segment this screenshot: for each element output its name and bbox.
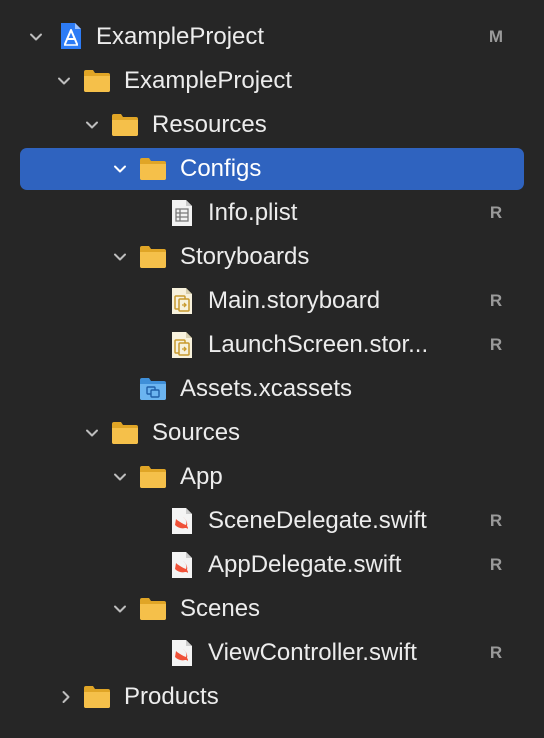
xcode-project-icon [56,21,86,51]
folder-icon [138,462,168,492]
disclosure-expanded-icon[interactable] [112,601,128,617]
tree-row-sources[interactable]: Sources [0,411,544,455]
tree-item-label: Configs [180,155,262,182]
disclosure-collapsed-icon[interactable] [58,689,74,705]
storyboard-file-icon [167,286,197,316]
folder-icon [110,418,140,448]
plist-file-icon [167,198,197,228]
swift-file-icon [167,550,197,580]
tree-item-label: LaunchScreen.stor... [208,331,429,358]
tree-row-assets-xcassets[interactable]: Assets.xcassets [0,367,544,411]
tree-row-resources[interactable]: Resources [0,103,544,147]
swift-file-icon [167,506,197,536]
disclosure-expanded-icon[interactable] [112,249,128,265]
disclosure-expanded-icon[interactable] [28,29,44,45]
source-control-status-badge: M [488,27,504,46]
tree-item-label: Resources [152,111,267,138]
tree-row-exampleproject-group[interactable]: ExampleProject [0,59,544,103]
disclosure-expanded-icon[interactable] [84,117,100,133]
source-control-status-badge: R [489,511,503,530]
folder-icon [110,110,140,140]
folder-icon [82,66,112,96]
tree-item-label: Main.storyboard [208,287,381,314]
disclosure-expanded-icon[interactable] [112,469,128,485]
disclosure-expanded-icon[interactable] [84,425,100,441]
tree-item-label: Sources [152,419,241,446]
source-control-status-badge: R [489,555,503,574]
tree-item-label: Scenes [180,595,261,622]
tree-item-label: Assets.xcassets [180,375,353,402]
tree-row-storyboards[interactable]: Storyboards [0,235,544,279]
tree-item-label: AppDelegate.swift [208,551,402,578]
folder-icon [138,594,168,624]
tree-item-label: Products [124,683,219,710]
tree-row-viewcontroller-swift[interactable]: ViewController.swift R [0,631,544,675]
disclosure-expanded-icon[interactable] [112,161,128,177]
tree-row-products[interactable]: Products [0,675,544,719]
tree-item-label: Info.plist [208,199,298,226]
folder-icon [138,154,168,184]
folder-icon [82,682,112,712]
tree-row-scenedelegate-swift[interactable]: SceneDelegate.swift R [0,499,544,543]
tree-row-appdelegate-swift[interactable]: AppDelegate.swift R [0,543,544,587]
storyboard-file-icon [167,330,197,360]
tree-row-exampleproject-root[interactable]: ExampleProject M [0,15,544,59]
tree-item-label: ExampleProject [124,67,293,94]
asset-catalog-icon [138,374,168,404]
project-navigator: ExampleProject M ExampleProject Resource… [0,0,544,738]
tree-item-label: Storyboards [180,243,310,270]
source-control-status-badge: R [489,643,503,662]
swift-file-icon [167,638,197,668]
tree-item-label: ExampleProject [96,23,265,50]
tree-row-app[interactable]: App [0,455,544,499]
tree-row-configs[interactable]: Configs [0,147,544,191]
tree-item-label: ViewController.swift [208,639,417,666]
folder-icon [138,242,168,272]
source-control-status-badge: R [489,335,503,354]
tree-row-info-plist[interactable]: Info.plist R [0,191,544,235]
tree-row-launchscreen-storyboard[interactable]: LaunchScreen.stor... R [0,323,544,367]
tree-item-label: SceneDelegate.swift [208,507,427,534]
source-control-status-badge: R [489,291,503,310]
tree-item-label: App [180,463,223,490]
tree-row-scenes[interactable]: Scenes [0,587,544,631]
tree-row-main-storyboard[interactable]: Main.storyboard R [0,279,544,323]
source-control-status-badge: R [489,203,503,222]
disclosure-expanded-icon[interactable] [56,73,72,89]
